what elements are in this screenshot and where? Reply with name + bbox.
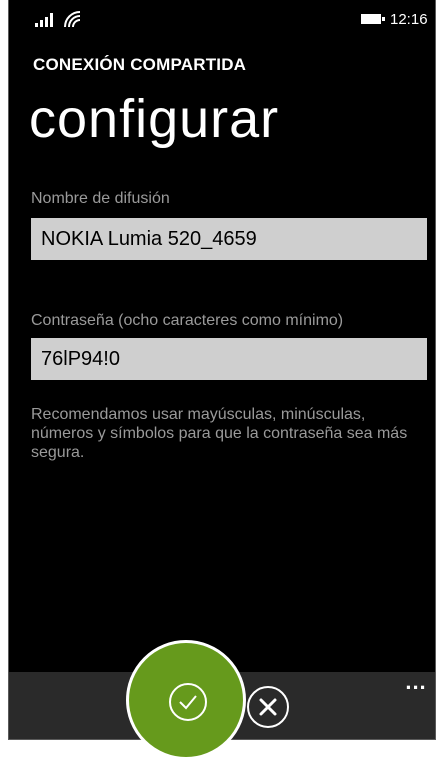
more-options-button[interactable]: ... [401, 671, 431, 693]
page-title: configurar [29, 89, 280, 149]
cancel-button[interactable] [247, 686, 289, 728]
app-title: CONEXIÓN COMPARTIDA [33, 55, 247, 74]
password-input[interactable] [31, 338, 427, 380]
close-icon [259, 698, 277, 716]
status-time: 12:16 [390, 11, 428, 28]
wifi-icon [64, 11, 81, 28]
signal-icon [35, 13, 57, 27]
broadcast-name-input[interactable] [31, 218, 427, 260]
password-hint: Recomendamos usar mayúsculas, minúsculas… [31, 406, 408, 461]
password-label: Contraseña (ocho caracteres como mínimo) [31, 312, 344, 329]
battery-icon [361, 14, 385, 24]
broadcast-name-label: Nombre de difusión [31, 190, 170, 207]
accept-button[interactable] [126, 640, 246, 760]
phone-screen: 12:16 CONEXIÓN COMPARTIDA configurar Nom… [8, 0, 436, 740]
status-bar: 12:16 [9, 0, 435, 36]
checkmark-icon [179, 695, 197, 710]
